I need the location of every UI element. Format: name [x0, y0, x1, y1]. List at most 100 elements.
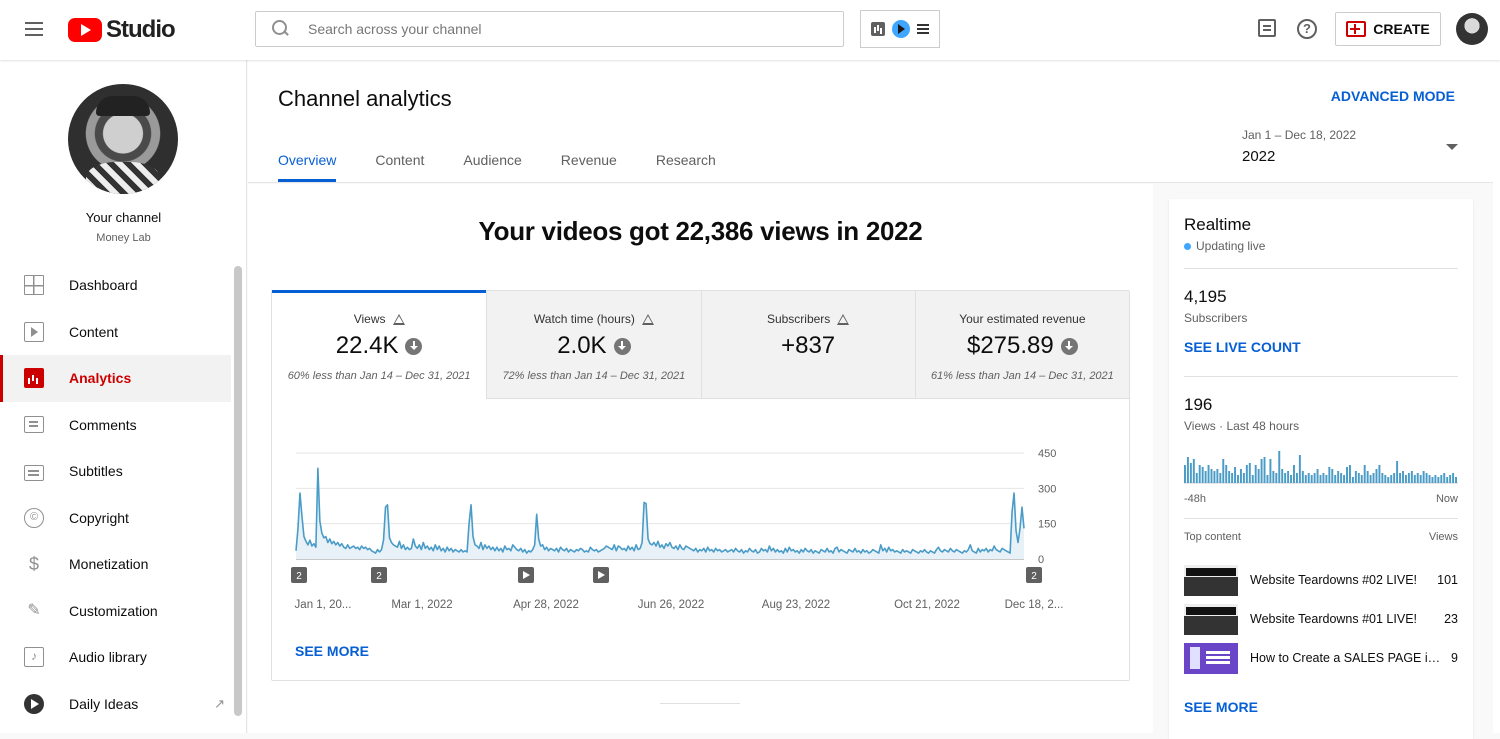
metrics-chart-card: Views 22.4K 60% less than Jan 14 – Dec 3… [271, 290, 1130, 681]
realtime-bar [1257, 469, 1260, 483]
channel-title: Your channel [85, 210, 162, 225]
tab-revenue[interactable]: Revenue [561, 152, 617, 180]
metric-label: Subscribers [766, 312, 831, 326]
x-tick-label: Dec 18, 2... [1005, 599, 1064, 611]
realtime-bar [1242, 473, 1245, 483]
realtime-bar [1375, 469, 1378, 483]
realtime-bar [1378, 465, 1381, 483]
metric-label: Watch time (hours) [533, 312, 635, 326]
extension-analytics-icon[interactable] [870, 22, 885, 36]
extension-menu-icon[interactable] [917, 24, 930, 34]
realtime-bar [1254, 465, 1257, 483]
video-views: 23 [1444, 612, 1458, 626]
realtime-bar [1216, 469, 1219, 483]
search-input[interactable] [308, 21, 808, 37]
tab-overview[interactable]: Overview [278, 152, 337, 182]
realtime-bar [1210, 469, 1213, 483]
realtime-bar [1213, 471, 1216, 483]
realtime-see-more-button[interactable]: SEE MORE [1184, 699, 1258, 715]
tab-research[interactable]: Research [656, 152, 716, 180]
realtime-bar [1348, 465, 1351, 483]
sidebar-item-audio-library[interactable]: ♪ Audio library [0, 634, 231, 681]
realtime-bar [1231, 473, 1234, 483]
studio-logo[interactable]: Studio [68, 16, 176, 44]
search-bar[interactable] [255, 11, 844, 47]
sidebar-item-copyright[interactable]: © Copyright [0, 495, 231, 542]
comments-icon [24, 416, 44, 434]
channel-avatar[interactable] [68, 84, 178, 194]
logo-text: Studio [106, 16, 176, 43]
realtime-bar [1393, 473, 1396, 483]
realtime-bar [1184, 465, 1186, 483]
sidebar-item-monetization[interactable]: $ Monetization [0, 541, 231, 588]
date-range-picker[interactable]: Jan 1 – Dec 18, 2022 2022 [1242, 128, 1458, 174]
sidebar-item-daily-ideas[interactable]: Daily Ideas ↗ [0, 681, 231, 728]
top-content-item[interactable]: How to Create a SALES PAGE in 20 Minutes… [1184, 642, 1458, 674]
see-live-count-button[interactable]: SEE LIVE COUNT [1184, 339, 1301, 355]
realtime-bar-chart[interactable] [1184, 449, 1458, 485]
realtime-bar [1452, 473, 1455, 483]
realtime-bar [1416, 473, 1419, 483]
overview-content: Your videos got 22,386 views in 2022 Vie… [248, 184, 1153, 733]
realtime-bar [1322, 473, 1325, 483]
menu-icon[interactable] [22, 18, 46, 42]
sidebar-item-comments[interactable]: Comments [0, 402, 231, 449]
views-headline: Your videos got 22,386 views in 2022 [478, 216, 923, 246]
metric-value: 22.4K [335, 332, 399, 359]
advanced-mode-button[interactable]: ADVANCED MODE [1331, 88, 1455, 104]
divider [1184, 376, 1458, 377]
top-content-label: Top content [1184, 531, 1241, 543]
realtime-bar [1443, 473, 1446, 483]
feedback-icon[interactable] [1258, 19, 1276, 37]
sidebar-item-content[interactable]: Content [0, 309, 231, 356]
customization-icon: ✎ [27, 601, 41, 619]
realtime-bar [1295, 473, 1298, 483]
metric-label: Views [353, 312, 386, 326]
page-title: Channel analytics [278, 86, 452, 111]
extension-play-icon[interactable] [891, 20, 910, 38]
metric-watch-time[interactable]: Watch time (hours) 2.0K 72% less than Ja… [486, 291, 701, 399]
x-tick-label: Apr 28, 2022 [513, 599, 579, 611]
create-video-icon [1346, 21, 1367, 37]
tab-content[interactable]: Content [375, 152, 424, 180]
video-title: Website Teardowns #02 LIVE! [1250, 573, 1417, 587]
sidebar-item-label: Analytics [69, 370, 132, 387]
create-button[interactable]: CREATE [1335, 12, 1441, 46]
realtime-panel: Realtime Updating live 4,195 Subscribers… [1169, 199, 1473, 739]
realtime-bar [1316, 469, 1319, 483]
metric-revenue[interactable]: Your estimated revenue $275.89 61% less … [914, 291, 1129, 399]
top-content-item[interactable]: Website Teardowns #01 LIVE! 23 [1184, 603, 1458, 635]
sidebar-item-dashboard[interactable]: Dashboard [0, 262, 231, 309]
realtime-bar [1422, 471, 1425, 483]
sidebar-item-subtitles[interactable]: Subtitles [0, 448, 231, 495]
realtime-bar [1351, 477, 1354, 483]
search-icon [272, 20, 290, 38]
analytics-tabs: Overview Content Audience Revenue Resear… [278, 152, 755, 182]
metric-subscribers[interactable]: Subscribers +837 [700, 291, 915, 399]
subscriber-label: Subscribers [1184, 311, 1248, 325]
channel-name: Money Lab [96, 232, 151, 244]
sidebar-item-customization[interactable]: ✎ Customization [0, 588, 231, 635]
arrow-down-icon [1060, 337, 1078, 355]
account-avatar[interactable] [1456, 13, 1488, 45]
metric-views[interactable]: Views 22.4K 60% less than Jan 14 – Dec 3… [272, 290, 487, 399]
see-more-button[interactable]: SEE MORE [295, 643, 369, 659]
tab-audience[interactable]: Audience [463, 152, 521, 180]
top-content-item[interactable]: Website Teardowns #02 LIVE! 101 [1184, 564, 1458, 596]
sidebar-item-analytics[interactable]: Analytics [0, 355, 231, 402]
main-scrollbar[interactable] [1493, 60, 1500, 733]
external-link-icon[interactable]: ↗ [214, 696, 225, 712]
realtime-bar [1387, 477, 1390, 483]
realtime-bar [1440, 475, 1443, 483]
realtime-bar [1310, 475, 1313, 483]
realtime-bar [1346, 467, 1348, 483]
annotation-count: 2 [296, 571, 302, 582]
sidebar-scrollbar[interactable] [234, 266, 242, 716]
content-icon [24, 321, 44, 342]
daily-ideas-icon [24, 693, 44, 714]
video-views: 101 [1437, 573, 1458, 587]
views-chart[interactable]: 0 150 300 450 2 2 2 Jan 1, 20... Mar 1, 2022 Apr … [272, 441, 1129, 621]
help-icon[interactable]: ? [1297, 19, 1317, 39]
metric-comparison: 60% less than Jan 14 – Dec 31, 2021 [287, 370, 471, 382]
realtime-bar [1189, 463, 1192, 483]
